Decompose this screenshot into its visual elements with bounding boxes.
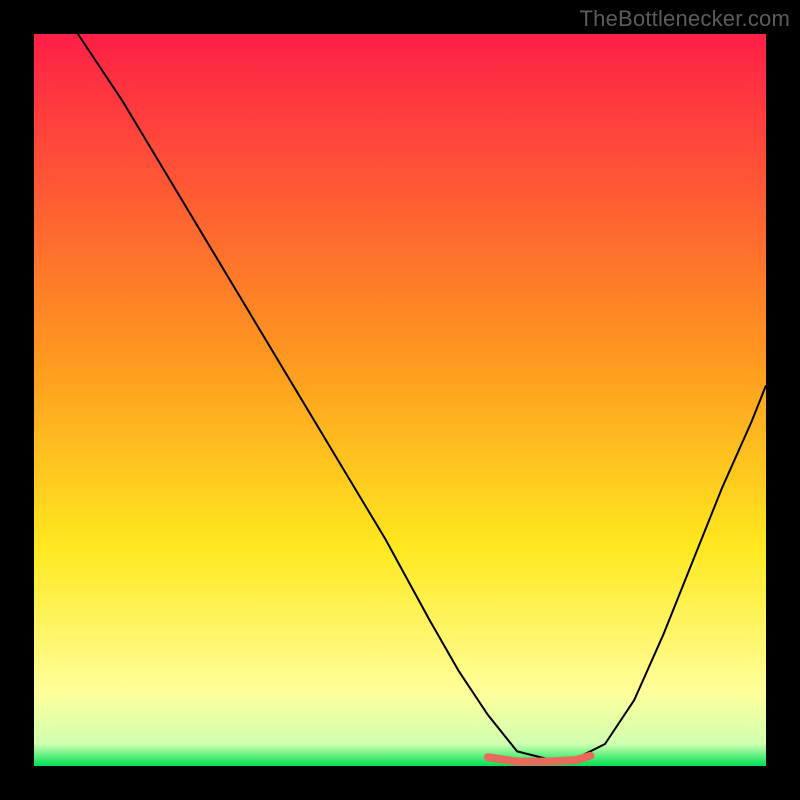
watermark-text: TheBottlenecker.com (580, 6, 790, 32)
gradient-background (34, 34, 766, 766)
bottleneck-chart (34, 34, 766, 766)
chart-frame: TheBottlenecker.com (0, 0, 800, 800)
plot-area (34, 34, 766, 766)
